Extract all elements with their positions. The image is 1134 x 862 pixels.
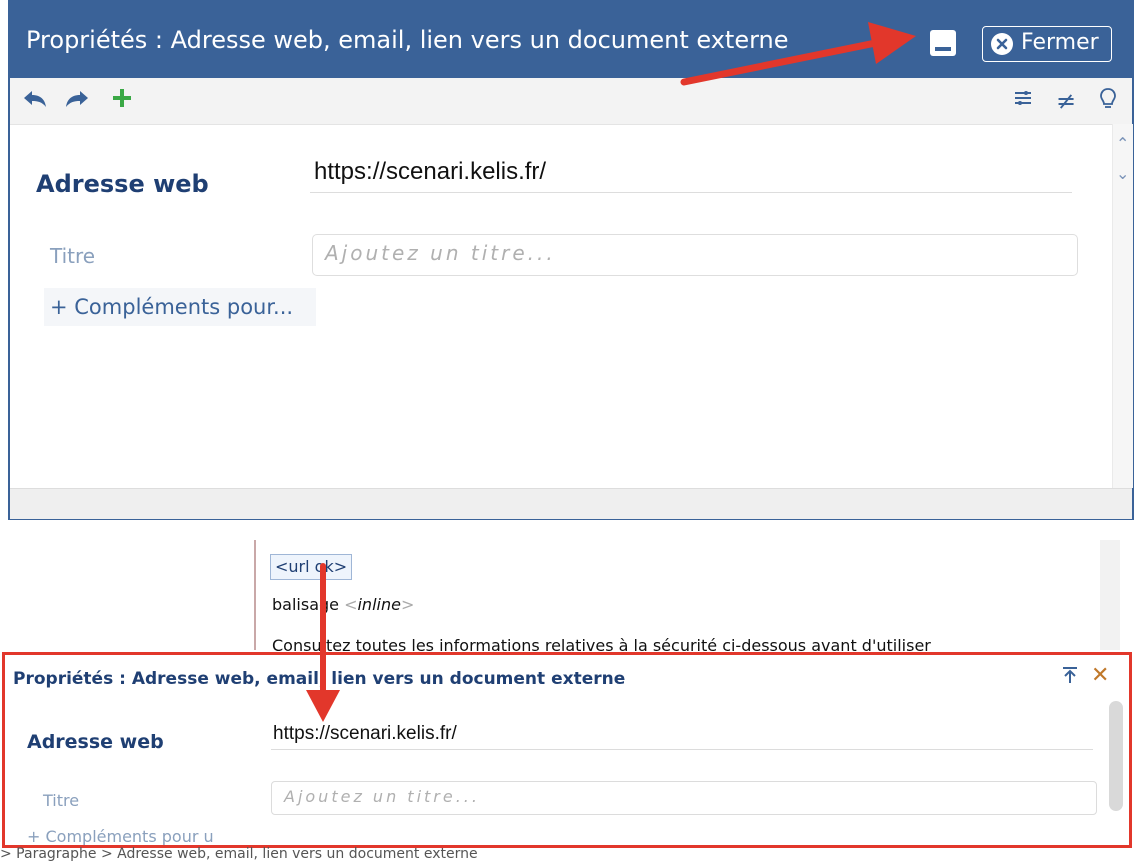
dialog-title: Propriétés : Adresse web, email, lien ve… xyxy=(26,26,789,54)
undo-icon[interactable] xyxy=(22,86,48,119)
properties-dialog: Propriétés : Adresse web, email, lien ve… xyxy=(8,0,1134,520)
panel-web-address-underline xyxy=(271,749,1093,750)
angle-close: > xyxy=(400,595,415,614)
title-label: Titre xyxy=(50,244,96,268)
panel-web-address-input[interactable]: https://scenari.kelis.fr/ xyxy=(273,723,457,745)
lightbulb-icon[interactable] xyxy=(1098,86,1118,119)
pin-top-icon[interactable] xyxy=(1061,665,1079,690)
dialog-scrollbar[interactable]: ⌃ ⌄ xyxy=(1112,124,1133,488)
panel-web-address-label: Adresse web xyxy=(27,731,164,753)
not-equal-icon[interactable]: ≠ xyxy=(1056,86,1076,116)
web-address-underline xyxy=(310,192,1072,193)
balisage-label: balisage xyxy=(272,595,345,614)
title-input[interactable]: Ajoutez un titre... xyxy=(312,234,1078,276)
url-tag[interactable]: <url ok> xyxy=(270,554,353,580)
close-x-icon[interactable]: ✕ xyxy=(1091,663,1109,688)
close-button-label: Fermer xyxy=(1021,30,1099,55)
panel-title-label: Titre xyxy=(43,791,80,810)
panel-title-input[interactable]: Ajoutez un titre... xyxy=(271,781,1097,815)
panel-scrollbar-thumb[interactable] xyxy=(1109,701,1123,811)
document-scrollbar[interactable] xyxy=(1100,540,1120,650)
dialog-title-bar: Propriétés : Adresse web, email, lien ve… xyxy=(10,0,1132,78)
web-address-input[interactable]: https://scenari.kelis.fr/ xyxy=(314,158,546,186)
chevron-up-icon[interactable]: ⌃ xyxy=(1116,134,1129,153)
inline-tag[interactable]: inline xyxy=(357,595,400,614)
save-icon[interactable] xyxy=(930,30,956,56)
dialog-toolbar: ≠ xyxy=(10,78,1132,125)
panel-title: Propriétés : Adresse web, email, lien ve… xyxy=(13,669,626,689)
web-address-label: Adresse web xyxy=(36,170,209,198)
redo-icon[interactable] xyxy=(64,86,90,119)
dialog-footer xyxy=(10,488,1132,519)
breadcrumb[interactable]: > Paragraphe > Adresse web, email, lien … xyxy=(0,846,478,862)
chevron-down-icon[interactable]: ⌄ xyxy=(1116,164,1129,183)
options-icon[interactable] xyxy=(1012,86,1034,116)
angle-open: < xyxy=(344,595,358,614)
add-icon[interactable] xyxy=(110,86,134,117)
close-circle-icon xyxy=(991,33,1013,55)
complements-button[interactable]: + Compléments pour... xyxy=(44,288,316,326)
balisage-text: balisage <inline> xyxy=(272,595,414,614)
panel-complements-button[interactable]: + Compléments pour u xyxy=(27,827,214,845)
properties-panel: Propriétés : Adresse web, email, lien ve… xyxy=(2,652,1132,848)
close-button[interactable]: Fermer xyxy=(982,26,1112,62)
